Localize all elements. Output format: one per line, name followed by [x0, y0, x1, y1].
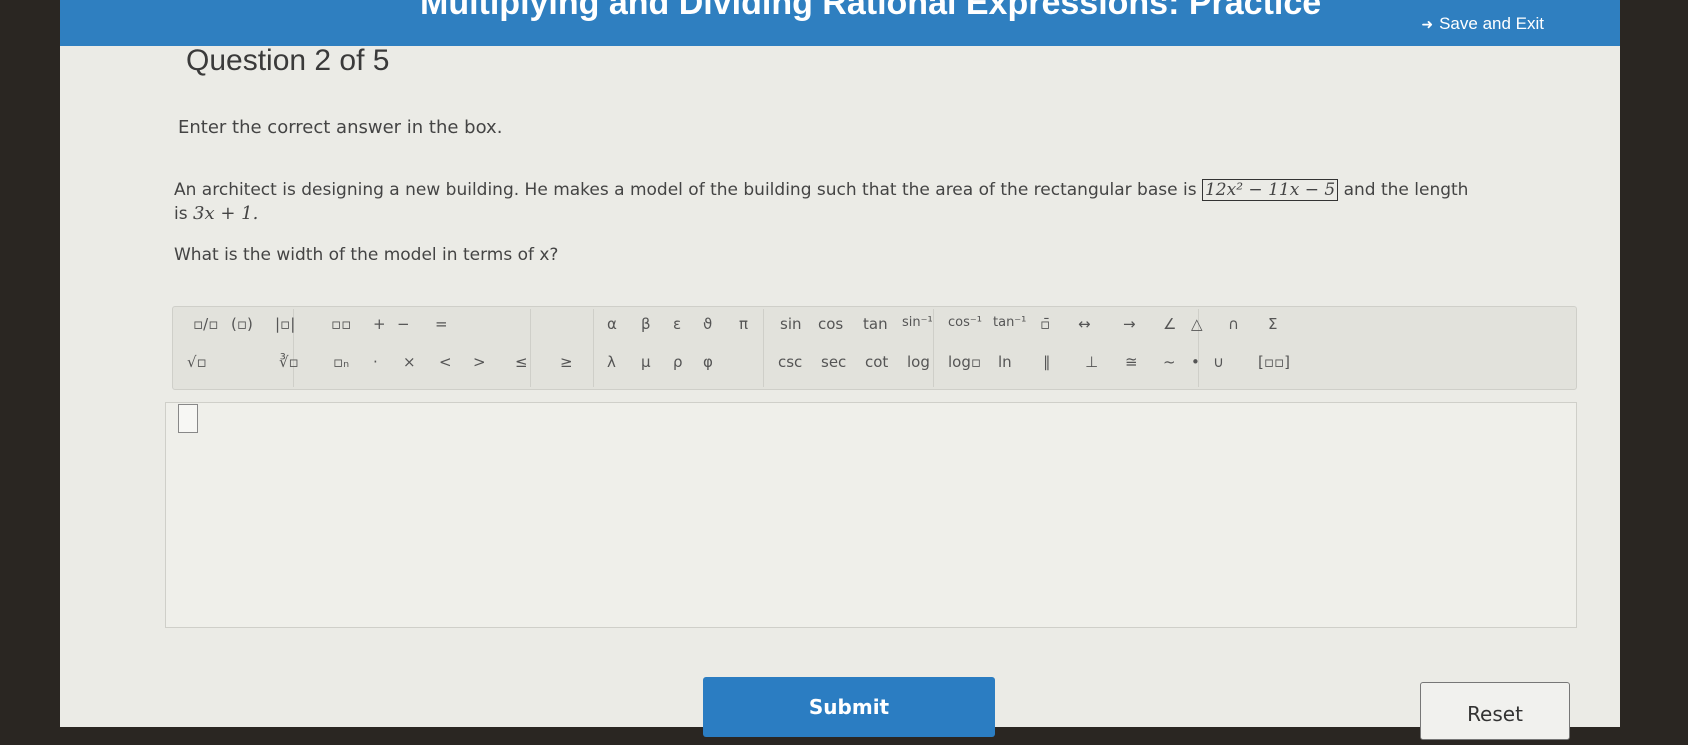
exponent-button[interactable]: ▫▫	[331, 315, 351, 333]
log-button[interactable]: log	[907, 353, 930, 371]
beta-button[interactable]: β	[641, 315, 651, 333]
submit-button[interactable]: Submit	[703, 677, 995, 737]
rho-button[interactable]: ρ	[673, 353, 683, 371]
overline-button[interactable]: ▫̄	[1040, 315, 1050, 333]
greater-than-button[interactable]: >	[473, 353, 486, 371]
ray-button[interactable]: →	[1123, 315, 1136, 333]
square-root-button[interactable]: √▫	[187, 353, 207, 371]
angle-button[interactable]: ∠	[1163, 315, 1176, 333]
arccos-button[interactable]: cos⁻¹	[948, 315, 982, 330]
toolbar-divider	[763, 309, 764, 387]
matrix-button[interactable]: [▫▫]	[1258, 353, 1290, 371]
bullet-button[interactable]: •	[1191, 353, 1200, 371]
tan-button[interactable]: tan	[863, 315, 888, 333]
dot-button[interactable]: ·	[373, 353, 378, 371]
answer-input-area[interactable]	[165, 402, 1577, 628]
prompt-text-3: is	[174, 204, 188, 224]
congruent-button[interactable]: ≅	[1125, 353, 1138, 371]
line-button[interactable]: ↔	[1078, 315, 1091, 333]
lesson-title: Multiplying and Dividing Rational Expres…	[420, 0, 1322, 22]
answer-placeholder-box[interactable]	[178, 404, 198, 433]
length-expression: 3x + 1.	[193, 203, 259, 224]
area-expression: 12x² − 11x − 5	[1201, 179, 1339, 201]
question-counter: Question 2 of 5	[186, 44, 390, 77]
prompt-text-1: An architect is designing a new building…	[174, 180, 1197, 200]
question-ask: What is the width of the model in terms …	[174, 245, 559, 265]
cot-button[interactable]: cot	[865, 353, 888, 371]
lambda-button[interactable]: λ	[607, 353, 616, 371]
csc-button[interactable]: csc	[778, 353, 802, 371]
theta-button[interactable]: ϑ	[703, 315, 712, 333]
reset-button[interactable]: Reset	[1420, 682, 1570, 740]
less-than-button[interactable]: <	[439, 353, 452, 371]
greater-equal-button[interactable]: ≥	[560, 353, 573, 371]
fraction-button[interactable]: ▫/▫	[193, 315, 218, 333]
toolbar-divider	[933, 309, 934, 387]
times-button[interactable]: ×	[403, 353, 416, 371]
sec-button[interactable]: sec	[821, 353, 846, 371]
math-toolbar: ▫/▫ (▫) |▫| ▫▫ + − = α β ε ϑ π sin cos t…	[172, 306, 1577, 390]
log-base-button[interactable]: log▫	[948, 353, 981, 371]
similar-button[interactable]: ~	[1163, 353, 1176, 371]
pi-button[interactable]: π	[739, 315, 748, 333]
toolbar-divider	[593, 309, 594, 387]
sin-button[interactable]: sin	[780, 315, 802, 333]
toolbar-divider	[530, 309, 531, 387]
intersection-button[interactable]: ∩	[1228, 315, 1239, 333]
alpha-button[interactable]: α	[607, 315, 617, 333]
prompt-text-2: and the length	[1343, 180, 1469, 200]
save-and-exit-label: Save and Exit	[1439, 14, 1544, 33]
less-equal-button[interactable]: ≤	[515, 353, 528, 371]
ln-button[interactable]: ln	[998, 353, 1012, 371]
perpendicular-button[interactable]: ⊥	[1085, 353, 1098, 371]
subscript-button[interactable]: ▫ₙ	[333, 353, 349, 371]
phi-button[interactable]: φ	[703, 353, 713, 371]
parentheses-button[interactable]: (▫)	[231, 315, 253, 333]
arctan-button[interactable]: tan⁻¹	[993, 315, 1026, 330]
instruction-text: Enter the correct answer in the box.	[178, 117, 503, 138]
sigma-button[interactable]: Σ	[1268, 315, 1277, 333]
exit-icon: ➜	[1421, 15, 1434, 32]
minus-button[interactable]: −	[397, 315, 410, 333]
top-bar: Multiplying and Dividing Rational Expres…	[60, 0, 1620, 46]
question-prompt: An architect is designing a new building…	[174, 178, 1594, 226]
union-button[interactable]: ∪	[1213, 353, 1224, 371]
arcsin-button[interactable]: sin⁻¹	[902, 315, 933, 330]
epsilon-button[interactable]: ε	[673, 315, 681, 333]
equals-button[interactable]: =	[435, 315, 448, 333]
triangle-button[interactable]: △	[1191, 315, 1203, 333]
absolute-value-button[interactable]: |▫|	[275, 315, 295, 333]
plus-button[interactable]: +	[373, 315, 386, 333]
mu-button[interactable]: μ	[641, 353, 651, 371]
save-and-exit-button[interactable]: ➜ Save and Exit	[1421, 14, 1544, 34]
nth-root-button[interactable]: ∛▫	[279, 353, 299, 371]
cos-button[interactable]: cos	[818, 315, 843, 333]
parallel-button[interactable]: ∥	[1043, 353, 1051, 371]
